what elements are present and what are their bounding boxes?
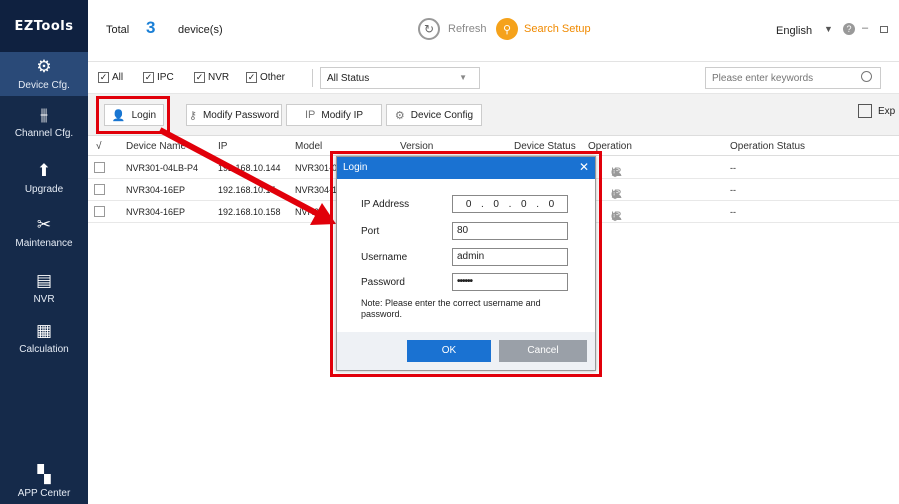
annotation-box-dialog (330, 151, 602, 377)
annotation-box-login (96, 96, 170, 134)
